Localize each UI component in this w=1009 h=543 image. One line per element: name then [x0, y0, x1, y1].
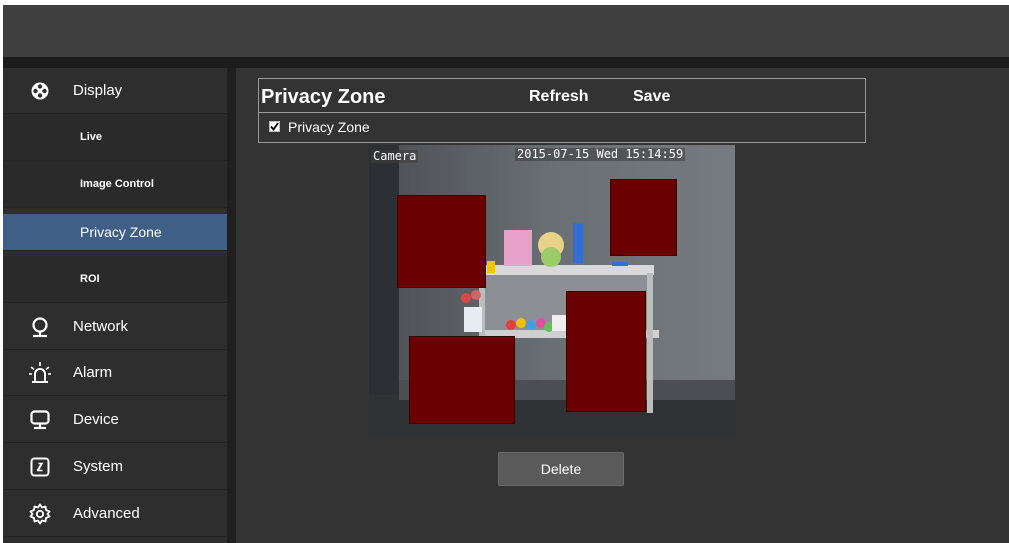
sidebar-divider	[227, 68, 236, 543]
privacy-zone-checkbox[interactable]	[269, 121, 280, 132]
network-icon	[25, 315, 55, 339]
privacy-zone-mask[interactable]	[566, 291, 646, 412]
sidebar-subitem-roi[interactable]: ROI	[3, 256, 227, 303]
sidebar-item-alarm[interactable]: Alarm	[3, 350, 227, 396]
display-icon	[25, 79, 55, 103]
sidebar-item-label: Display	[73, 82, 123, 99]
sidebar-subitem-label: Image Control	[80, 178, 154, 190]
top-bar-shadow	[3, 57, 1009, 68]
sidebar-item-advanced[interactable]: Advanced	[3, 491, 227, 537]
sidebar-subitem-label: Live	[80, 131, 103, 143]
sidebar-item-label: Device	[73, 411, 119, 428]
sidebar-item-network[interactable]: Network	[3, 304, 227, 350]
privacy-zone-mask[interactable]	[610, 179, 677, 256]
privacy-zone-mask[interactable]	[397, 195, 486, 288]
sidebar-item-system[interactable]: System	[3, 444, 227, 490]
sidebar-subitem-label: ROI	[80, 273, 100, 285]
privacy-zone-checkbox-label: Privacy Zone	[288, 119, 370, 135]
refresh-button[interactable]: Refresh	[529, 88, 589, 106]
panel-divider	[259, 112, 865, 113]
top-bar	[3, 5, 1009, 57]
camera-time-osd: 2015-07-15 Wed 15:14:59	[515, 147, 686, 161]
sidebar-item-device[interactable]: Device	[3, 397, 227, 443]
camera-name-osd: Camera	[371, 149, 419, 163]
page-title: Privacy Zone	[261, 86, 386, 108]
sidebar-item-display[interactable]: Display	[3, 68, 227, 114]
check-icon	[270, 122, 279, 131]
delete-button[interactable]: Delete	[498, 452, 624, 486]
privacy-zone-mask[interactable]	[409, 336, 515, 424]
camera-preview[interactable]: Camera 2015-07-15 Wed 15:14:59	[369, 145, 735, 437]
sidebar-subitem-live[interactable]: Live	[3, 114, 227, 161]
system-icon	[25, 455, 55, 479]
sidebar-item-label: Advanced	[73, 505, 140, 522]
alarm-icon	[25, 361, 55, 385]
save-button[interactable]: Save	[633, 88, 670, 106]
advanced-icon	[25, 502, 55, 526]
sidebar-subitem-privacy-zone[interactable]: Privacy Zone	[3, 214, 227, 251]
device-icon	[25, 408, 55, 432]
sidebar-item-label: System	[73, 458, 124, 475]
sidebar-subitem-image-control[interactable]: Image Control	[3, 161, 227, 208]
sidebar: Display Live Image Control Privacy Zone …	[3, 68, 227, 543]
sidebar-item-label: Network	[73, 318, 129, 335]
privacy-zone-panel: Privacy Zone Refresh Save Privacy Zone	[258, 78, 866, 143]
sidebar-subitem-label: Privacy Zone	[80, 224, 162, 240]
sidebar-item-label: Alarm	[73, 364, 113, 381]
